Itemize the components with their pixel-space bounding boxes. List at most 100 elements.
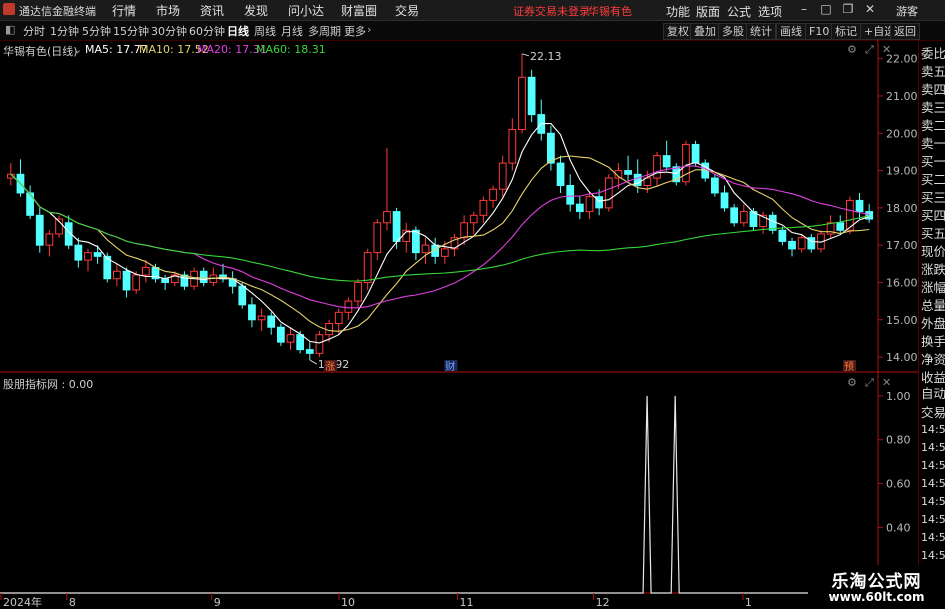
panel-label-12: 涨跌	[921, 262, 945, 277]
adjust-button[interactable]: 复权	[663, 23, 693, 40]
watermark-url: www.60lt.com	[828, 590, 925, 604]
candle-body	[122, 270, 131, 291]
y-tick-label: 15.00	[886, 314, 918, 327]
period-30min[interactable]: 30分钟	[151, 23, 187, 39]
maximize-icon[interactable]: □	[817, 1, 835, 18]
candle-body	[412, 229, 420, 254]
menu-options[interactable]: 选项	[758, 3, 782, 20]
sub-y-tick-label: 0.60	[886, 478, 911, 491]
period-1min[interactable]: 1分钟	[50, 23, 79, 39]
candle-body	[325, 323, 333, 336]
panel-label-2: 卖四	[921, 82, 945, 97]
panel-trade-label-0[interactable]: 自动	[921, 383, 945, 402]
candle-body	[286, 334, 295, 343]
signal-line	[0, 395, 878, 594]
candle-body	[305, 349, 314, 354]
candle-body	[778, 229, 787, 242]
period-multi[interactable]: 多周期	[308, 23, 341, 39]
sub-y-tick-label: 1.00	[886, 390, 911, 403]
y-tick-label: 17.00	[886, 239, 918, 252]
menu-quotes[interactable]: 行情	[112, 2, 136, 19]
sub-y-tick-label: 0.80	[886, 434, 911, 447]
high-pointer	[521, 53, 530, 57]
stats-button[interactable]: 统计	[746, 23, 776, 40]
period-intraday[interactable]: 分时	[23, 23, 45, 39]
candle-body	[35, 214, 44, 246]
sub-settings-icon[interactable]: ⚙	[847, 376, 857, 389]
legend-toggle-icon[interactable]: ⌄	[73, 43, 82, 56]
kline-chart-svg[interactable]: 22.0021.0020.0019.0018.0017.0016.0015.00…	[0, 40, 918, 609]
period-weekly[interactable]: 周线	[254, 23, 276, 39]
panel-label-3: 卖三	[921, 100, 945, 115]
x-tick-label: 10	[341, 596, 355, 609]
chart-area[interactable]: 22.00 21.00 20.00 19.00 18.00 17.00 16.00 15.00…	[0, 40, 945, 609]
overlay-button[interactable]: 叠加	[690, 23, 720, 40]
mark-button[interactable]: 标记	[831, 23, 861, 40]
candle-body	[199, 270, 208, 283]
menu-news[interactable]: 资讯	[200, 2, 224, 19]
menu-layout[interactable]: 版面	[696, 3, 720, 20]
panel-label-6: 买一	[921, 154, 945, 169]
more-chevron-icon[interactable]: ›	[367, 23, 371, 36]
sub-expand-icon[interactable]: ⤢	[865, 376, 874, 390]
panel-label-0: 委比	[921, 46, 945, 61]
candle-body	[421, 244, 430, 254]
menu-formula[interactable]: 公式	[727, 3, 751, 20]
candle-body	[440, 248, 449, 257]
main-chart-label: 华锡有色(日线)	[3, 45, 78, 58]
menu-discover[interactable]: 发现	[244, 2, 268, 19]
candle-body	[836, 222, 845, 231]
candle-body	[653, 155, 661, 179]
chart-expand-icon[interactable]: ⤢	[865, 43, 874, 57]
period-more[interactable]: 更多	[344, 23, 366, 39]
sub-close-icon[interactable]: ✕	[882, 376, 891, 389]
menu-trade[interactable]: 交易	[395, 2, 419, 19]
minimize-icon[interactable]: –	[795, 1, 813, 18]
candle-body	[334, 311, 343, 325]
chart-settings-icon[interactable]: ⚙	[847, 43, 857, 56]
period-monthly[interactable]: 月线	[281, 23, 303, 39]
panel-trade-time: 14:56	[921, 423, 945, 436]
draw-line-button[interactable]: 画线	[776, 23, 806, 40]
candle-body	[797, 237, 806, 250]
title-bar: 通达信金融终端 行情 市场 资讯 发现 问小达 财富圈 交易 证券交易未登录 华…	[0, 0, 945, 21]
sub-chart-label: 股朋指标网 : 0.00	[3, 378, 94, 391]
period-60min[interactable]: 60分钟	[189, 23, 225, 39]
back-button[interactable]: 返回	[890, 23, 920, 40]
multi-stock-button[interactable]: 多股	[718, 23, 748, 40]
title-stock-name: 华锡有色	[588, 5, 632, 18]
menu-function[interactable]: 功能	[666, 3, 690, 20]
toolbar-expand-icon[interactable]: ◧	[5, 23, 15, 36]
chart-close-icon[interactable]: ✕	[882, 43, 891, 56]
restore-icon[interactable]: ❐	[839, 1, 857, 18]
panel-label-15: 外盘	[921, 316, 945, 331]
app-title: 通达信金融终端	[19, 5, 96, 18]
panel-label-14: 总量	[921, 298, 945, 313]
period-daily[interactable]: 日线	[227, 23, 249, 39]
menu-wealth-circle[interactable]: 财富圈	[341, 2, 377, 19]
close-icon[interactable]: ✕	[861, 1, 879, 18]
panel-label-9: 买四	[921, 208, 945, 223]
menu-market[interactable]: 市场	[156, 2, 180, 19]
candle-body	[26, 192, 34, 216]
period-toolbar: ◧ 分时 1分钟 5分钟 15分钟 30分钟 60分钟 日线 周线 月线 多周期…	[0, 21, 945, 41]
period-15min[interactable]: 15分钟	[113, 23, 149, 39]
candle-body	[566, 184, 575, 205]
candle-body	[585, 196, 594, 213]
login-status[interactable]: 证券交易未登录	[513, 3, 590, 19]
watermark-title: 乐淘公式网	[831, 572, 922, 592]
period-5min[interactable]: 5分钟	[82, 23, 111, 39]
event-marker-label: 财	[445, 360, 455, 373]
panel-trade-time: 14:56	[921, 477, 945, 490]
y-tick-label: 18.00	[886, 202, 918, 215]
panel-label-16: 换手	[921, 334, 945, 349]
candle-body	[469, 214, 478, 224]
panel-trade-label-1[interactable]: 交易	[921, 402, 945, 421]
menu-ask[interactable]: 问小达	[288, 2, 324, 19]
x-tick-label: 9	[214, 596, 221, 609]
f10-button[interactable]: F10	[805, 23, 834, 40]
guest-label[interactable]: 游客	[896, 3, 918, 19]
x-tick-label: 8	[69, 596, 76, 609]
candle-body	[74, 244, 83, 261]
candle-body	[392, 211, 401, 242]
